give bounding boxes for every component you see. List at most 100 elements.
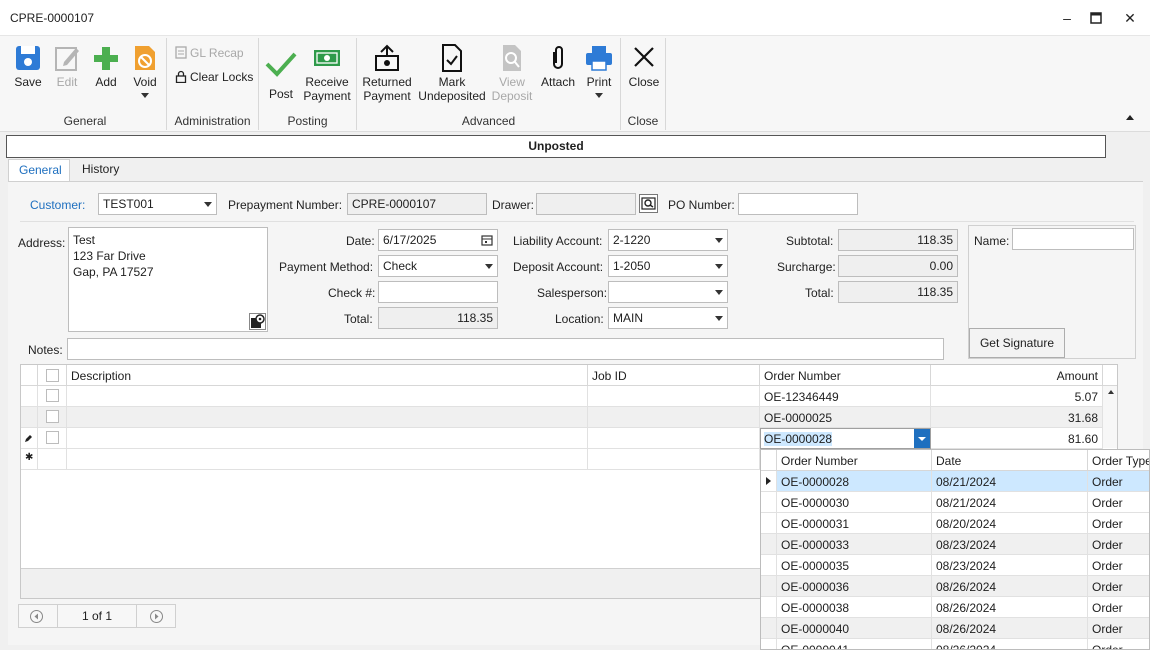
description-cell[interactable] [67,428,588,449]
name-input[interactable] [1012,228,1134,250]
dropdown-date-cell[interactable]: 08/21/2024 [932,471,1088,492]
mark-undeposited-button[interactable]: Mark Undeposited [417,44,487,103]
dropdown-order-number-cell[interactable]: OE-0000038 [777,597,932,618]
dropdown-type-cell[interactable]: Order [1088,555,1149,576]
dropdown-order-number-cell[interactable]: OE-0000036 [777,576,932,597]
new-row-cell[interactable] [38,449,67,470]
order-dropdown-button[interactable] [914,429,930,448]
address-box[interactable]: Test 123 Far Drive Gap, PA 17527 [68,227,268,332]
dropdown-column-date[interactable]: Date [932,450,1088,471]
column-header-job-id[interactable]: Job ID [588,365,760,386]
post-button[interactable]: Post [263,44,299,101]
row-select-cell[interactable] [38,407,67,428]
calendar-icon[interactable] [481,234,493,246]
select-all-checkbox[interactable] [46,369,59,382]
void-button[interactable]: Void [126,44,164,102]
customer-label[interactable]: Customer: [30,198,85,212]
order-number-selected-text[interactable]: OE-0000028 [764,432,833,446]
drawer-field[interactable] [536,193,636,215]
dropdown-type-cell[interactable]: Order [1088,576,1149,597]
row-select-cell[interactable] [38,386,67,407]
save-button[interactable]: Save [8,44,48,89]
description-cell[interactable] [67,407,588,428]
maximize-icon[interactable] [1086,8,1106,28]
print-button[interactable]: Print [579,44,619,102]
order-number-cell[interactable]: OE-0000025 [760,407,931,428]
dropdown-order-number-cell[interactable]: OE-0000040 [777,618,932,639]
amount-cell[interactable]: 81.60 [931,428,1103,449]
row-select-cell[interactable] [38,428,67,449]
dropdown-date-cell[interactable]: 08/26/2024 [932,639,1088,649]
description-cell[interactable] [67,386,588,407]
row-checkbox[interactable] [46,410,59,423]
dropdown-date-cell[interactable]: 08/26/2024 [932,618,1088,639]
dropdown-date-cell[interactable]: 08/23/2024 [932,555,1088,576]
drawer-lookup-button[interactable] [639,194,658,213]
get-signature-button[interactable]: Get Signature [969,328,1065,358]
po-number-input[interactable] [738,193,858,215]
minimize-icon[interactable]: – [1057,8,1077,28]
row-checkbox[interactable] [46,389,59,402]
dropdown-date-cell[interactable]: 08/26/2024 [932,597,1088,618]
gl-recap-button[interactable]: GL Recap [175,46,244,60]
close-window-icon[interactable]: ✕ [1120,8,1140,28]
grid-scrollbar[interactable] [1103,386,1118,448]
customer-select[interactable]: TEST001 [98,193,217,215]
order-number-cell[interactable]: OE-12346449 [760,386,931,407]
dropdown-type-cell[interactable]: Order [1088,471,1149,492]
dropdown-date-cell[interactable]: 08/23/2024 [932,534,1088,555]
dropdown-date-cell[interactable]: 08/26/2024 [932,576,1088,597]
receive-payment-button[interactable]: Receive Payment [301,44,353,103]
dropdown-type-cell[interactable]: Order [1088,513,1149,534]
amount-cell[interactable]: 31.68 [931,407,1103,428]
job-id-cell[interactable] [588,407,760,428]
location-select[interactable]: MAIN [608,307,728,329]
notes-input[interactable] [67,338,944,360]
check-number-input[interactable] [378,281,498,303]
tab-history[interactable]: History [72,159,134,181]
returned-payment-button[interactable]: Returned Payment [359,44,415,103]
next-page-button[interactable] [149,609,164,627]
order-number-editor[interactable]: OE-0000028 [760,428,931,449]
dropdown-column-order-number[interactable]: Order Number [777,450,932,471]
liability-account-select[interactable]: 2-1220 [608,229,728,251]
deposit-account-select[interactable]: 1-2050 [608,255,728,277]
attach-button[interactable]: Attach [537,44,579,89]
new-row-cell[interactable] [588,449,760,470]
close-button[interactable]: Close [623,44,665,89]
dropdown-type-cell[interactable]: Order [1088,639,1149,649]
dropdown-type-cell[interactable]: Order [1088,534,1149,555]
dropdown-order-number-cell[interactable]: OE-0000035 [777,555,932,576]
payment-method-select[interactable]: Check [378,255,498,277]
dropdown-type-cell[interactable]: Order [1088,492,1149,513]
date-input[interactable]: 6/17/2025 [378,229,498,251]
dropdown-order-number-cell[interactable]: OE-0000031 [777,513,932,534]
column-header-order-number[interactable]: Order Number [760,365,931,386]
column-header-description[interactable]: Description [67,365,588,386]
salesperson-select[interactable] [608,281,728,303]
address-map-button[interactable] [249,313,266,330]
dropdown-date-cell[interactable]: 08/21/2024 [932,492,1088,513]
row-checkbox[interactable] [46,431,59,444]
new-row-cell[interactable] [67,449,588,470]
dropdown-type-cell[interactable]: Order [1088,597,1149,618]
dropdown-date-cell[interactable]: 08/20/2024 [932,513,1088,534]
job-id-cell[interactable] [588,428,760,449]
dropdown-type-cell[interactable]: Order [1088,618,1149,639]
edit-button[interactable]: Edit [48,44,86,89]
clear-locks-button[interactable]: Clear Locks [175,70,253,84]
dropdown-order-number-cell[interactable]: OE-0000028 [777,471,932,492]
tab-general[interactable]: General [8,159,70,181]
column-header-amount[interactable]: Amount [931,365,1103,386]
view-deposit-button[interactable]: View Deposit [489,44,535,103]
job-id-cell[interactable] [588,386,760,407]
dropdown-column-order-type[interactable]: Order Type [1088,450,1149,471]
prev-page-button[interactable] [29,609,44,627]
select-all-header[interactable] [38,365,67,386]
scroll-up-icon[interactable] [1103,386,1118,398]
dropdown-order-number-cell[interactable]: OE-0000030 [777,492,932,513]
amount-cell[interactable]: 5.07 [931,386,1103,407]
collapse-ribbon-icon[interactable] [1125,114,1135,120]
add-button[interactable]: Add [88,44,124,89]
dropdown-order-number-cell[interactable]: OE-0000033 [777,534,932,555]
